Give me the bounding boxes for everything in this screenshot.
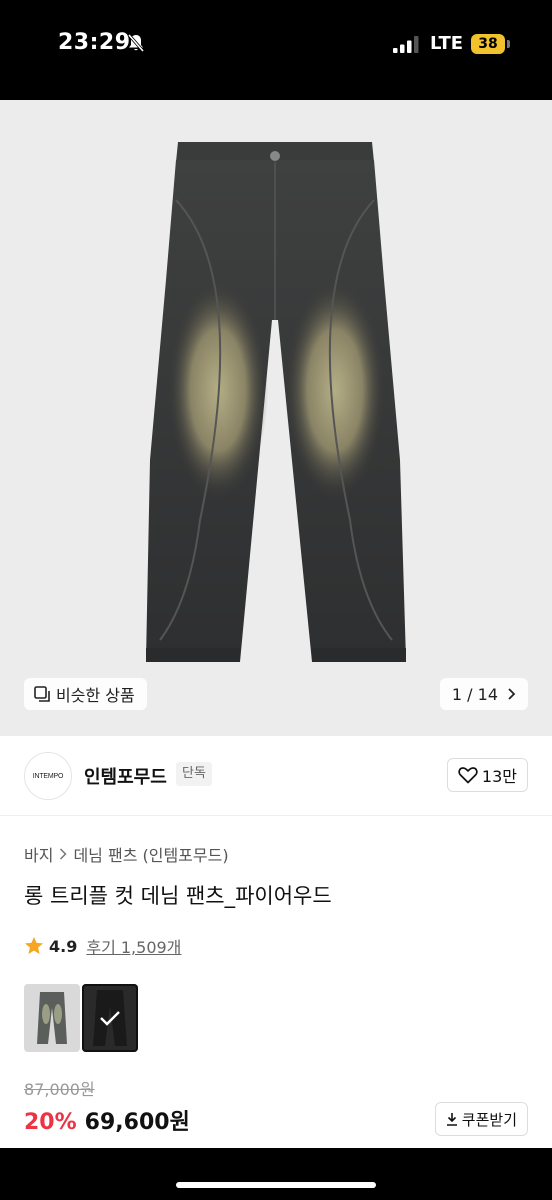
heart-icon [458, 767, 478, 784]
coupon-label: 쿠폰받기 [461, 1110, 517, 1129]
product-photo [0, 100, 552, 736]
product-info: INTEMPO 인템포무드 단독 13만 바지 데님 팬츠 (인템포무드) 롱 … [0, 736, 552, 1148]
signal-icon [393, 36, 419, 53]
like-count: 13만 [481, 767, 517, 786]
image-counter-text: 1 / 14 [451, 684, 498, 704]
similar-products-button[interactable]: 비슷한 상품 [24, 678, 147, 710]
home-area [0, 1148, 552, 1200]
download-icon [446, 1113, 457, 1126]
status-bar: 23:29 LTE 38 [0, 0, 552, 100]
battery-icon: 38 [471, 34, 505, 54]
breadcrumb-subcategory[interactable]: 데님 팬츠 (인템포무드) [73, 842, 228, 866]
brand-logo[interactable]: INTEMPO [24, 752, 72, 800]
breadcrumb: 바지 데님 팬츠 (인템포무드) [24, 842, 229, 866]
price-row: 20% 69,600원 [24, 1104, 190, 1136]
color-thumb-black[interactable] [82, 984, 138, 1052]
product-title: 롱 트리플 컷 데님 팬츠_파이어우드 [24, 884, 332, 908]
home-indicator[interactable] [176, 1182, 376, 1188]
bell-slash-icon [127, 33, 145, 53]
similar-items-icon [34, 686, 50, 702]
status-time: 23:29 [58, 30, 131, 55]
exclusive-badge: 단독 [176, 762, 212, 786]
rating-value: 4.9 [49, 936, 78, 956]
color-options [24, 984, 138, 1052]
sale-price: 69,600원 [84, 1110, 190, 1135]
original-price: 87,000원 [24, 1080, 95, 1099]
like-button[interactable]: 13만 [446, 758, 528, 792]
brand-row[interactable]: INTEMPO 인템포무드 단독 13만 [0, 736, 552, 816]
similar-products-label: 비슷한 상품 [56, 686, 135, 705]
brand-name[interactable]: 인템포무드 [84, 763, 167, 789]
review-count-link[interactable]: 후기 1,509개 [86, 934, 181, 958]
coupon-button[interactable]: 쿠폰받기 [434, 1102, 528, 1136]
network-type: LTE [430, 33, 464, 54]
image-counter[interactable]: 1 / 14 [439, 678, 528, 710]
star-icon [25, 937, 43, 954]
battery-nub [507, 40, 510, 48]
rating-row[interactable]: 4.9 후기 1,509개 [24, 934, 181, 958]
chevron-right-icon [508, 688, 516, 700]
chevron-right-icon [60, 848, 68, 860]
product-image-gallery[interactable]: 비슷한 상품 1 / 14 [0, 100, 552, 736]
discount-rate: 20% [24, 1110, 77, 1135]
breadcrumb-category[interactable]: 바지 [24, 842, 53, 866]
color-thumb-light[interactable] [24, 984, 80, 1052]
